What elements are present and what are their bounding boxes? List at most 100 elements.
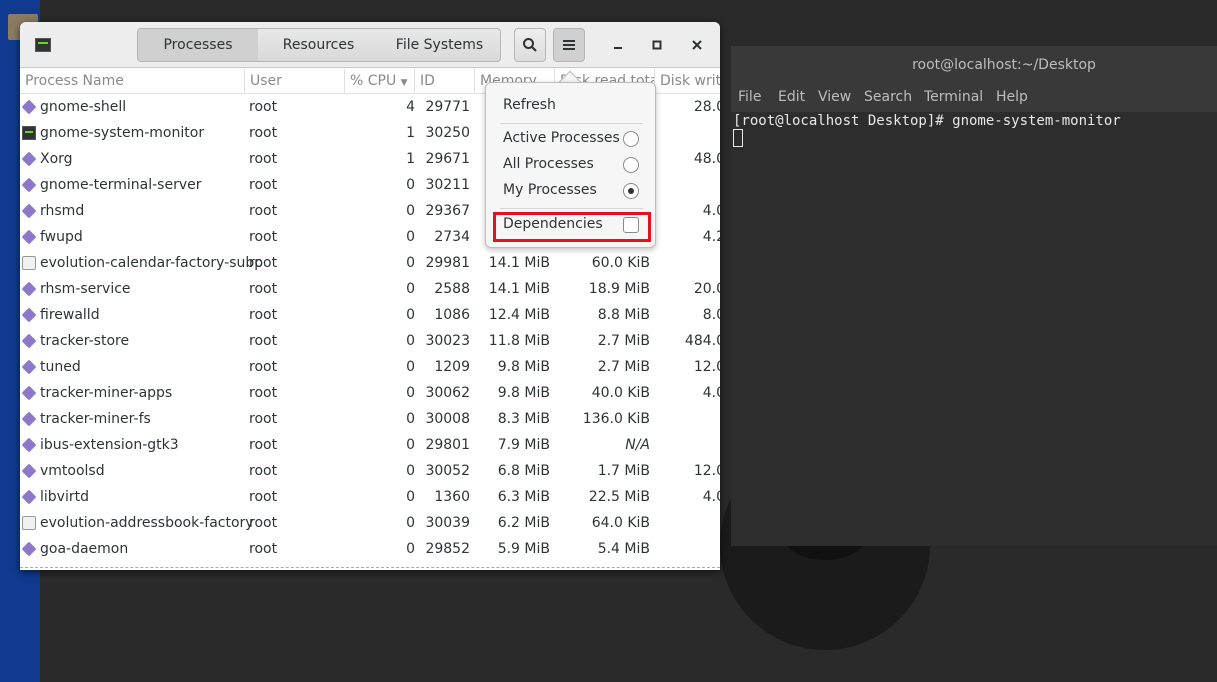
table-row[interactable]: evolution-calendar-factory-subp root 0 2998… [20, 250, 720, 276]
table-row[interactable]: evolution-addressbook-factory root 0 30039 6… [20, 510, 720, 536]
menu-button[interactable] [553, 28, 585, 62]
user-cell: root [249, 411, 278, 427]
process-name-cell: ibus-extension-gtk3 [40, 437, 179, 453]
disk-write-cell [655, 172, 720, 198]
terminal-menu-edit[interactable]: Edit [778, 89, 805, 105]
pid-cell: 30023 [425, 333, 470, 349]
menu-item-refresh[interactable]: Refresh [503, 97, 556, 113]
terminal-menu-help[interactable]: Help [996, 89, 1028, 105]
user-cell: root [249, 281, 278, 297]
disk-write-cell: 4.0 [702, 489, 720, 505]
memory-cell: 12.4 MiB [488, 307, 550, 323]
process-name-cell: gnome-terminal-server [40, 177, 202, 193]
column-header-cpu[interactable]: % CPU ▼ [345, 69, 415, 94]
memory-cell: 14.1 MiB [488, 255, 550, 271]
table-row[interactable]: tracker-miner-fs root 0 30008 8.3 MiB 136.0 K… [20, 406, 720, 432]
terminal-body[interactable]: [root@localhost Desktop]# gnome-system-m… [731, 112, 1217, 546]
user-cell: root [249, 359, 278, 375]
terminal-menu-search[interactable]: Search [864, 89, 912, 105]
table-row[interactable]: tuned root 0 1209 9.8 MiB 2.7 MiB 12.0 [20, 354, 720, 380]
memory-cell: 5.9 MiB [497, 541, 550, 557]
highlight-annotation-box [493, 212, 651, 242]
menu-item-all-processes[interactable]: All Processes [503, 156, 594, 172]
user-cell: root [249, 489, 278, 505]
column-header-user[interactable]: User [245, 69, 345, 94]
process-name-cell: vmtoolsd [40, 463, 105, 479]
headerbar: Processes Resources File Systems [20, 22, 720, 68]
disk-read-cell: 2.7 MiB [597, 359, 650, 375]
gear-icon [21, 463, 37, 479]
disk-write-cell [655, 406, 720, 432]
terminal-menu-view[interactable]: View [818, 89, 851, 105]
gear-icon [21, 203, 37, 219]
menu-item-active-processes[interactable]: Active Processes [503, 130, 620, 146]
monitor-icon [22, 126, 36, 140]
process-name-cell: tracker-store [40, 333, 130, 349]
column-header-disk-write[interactable]: Disk writ [655, 69, 720, 94]
gear-icon [21, 281, 37, 297]
table-row[interactable]: firewalld root 0 1086 12.4 MiB 8.8 MiB 8.0 [20, 302, 720, 328]
table-row[interactable]: vmtoolsd root 0 30052 6.8 MiB 1.7 MiB 12.0 [20, 458, 720, 484]
disk-write-cell [655, 432, 720, 458]
user-cell: root [249, 437, 278, 453]
gear-icon [21, 385, 37, 401]
gear-icon [21, 229, 37, 245]
minimize-button[interactable] [607, 34, 629, 56]
pid-cell: 29771 [425, 99, 470, 115]
disk-read-cell: 40.0 KiB [591, 385, 650, 401]
cpu-cell: 4 [406, 99, 415, 115]
terminal-menu-terminal[interactable]: Terminal [924, 89, 983, 105]
pid-cell: 29671 [425, 151, 470, 167]
table-row[interactable]: tracker-miner-apps root 0 30062 9.8 MiB 40.0 … [20, 380, 720, 406]
radio-all-processes[interactable] [623, 157, 639, 173]
gear-icon [21, 411, 37, 427]
terminal-menu-file[interactable]: File [738, 89, 761, 105]
cpu-cell: 0 [406, 281, 415, 297]
pid-cell: 2588 [434, 281, 470, 297]
close-button[interactable] [686, 34, 708, 56]
table-row[interactable]: tracker-store root 0 30023 11.8 MiB 2.7 MiB 48… [20, 328, 720, 354]
cpu-cell: 0 [406, 229, 415, 245]
system-monitor-app-icon [35, 38, 51, 52]
tab-file-systems[interactable]: File Systems [379, 28, 501, 62]
pid-cell: 29981 [425, 255, 470, 271]
gear-icon [21, 489, 37, 505]
process-name-cell: evolution-calendar-factory-subp [40, 255, 262, 271]
search-button[interactable] [514, 28, 546, 62]
disk-read-cell: 18.9 MiB [588, 281, 650, 297]
maximize-button[interactable] [646, 34, 668, 56]
user-cell: root [249, 229, 278, 245]
column-header-process-name[interactable]: Process Name [20, 69, 245, 94]
table-row[interactable]: ibus-extension-gtk3 root 0 29801 7.9 MiB N/A [20, 432, 720, 458]
table-row[interactable]: rhsm-service root 0 2588 14.1 MiB 18.9 MiB 20.… [20, 276, 720, 302]
menu-item-my-processes[interactable]: My Processes [503, 182, 597, 198]
memory-cell: 6.2 MiB [497, 515, 550, 531]
tab-resources[interactable]: Resources [258, 28, 380, 62]
table-row[interactable]: goa-daemon root 0 29852 5.9 MiB 5.4 MiB [20, 536, 720, 562]
cpu-cell: 0 [406, 489, 415, 505]
user-cell: root [249, 255, 278, 271]
gear-icon [21, 177, 37, 193]
process-name-cell: firewalld [40, 307, 100, 323]
disk-write-cell: 484.0 [684, 333, 720, 349]
pid-cell: 30039 [425, 515, 470, 531]
tab-processes[interactable]: Processes [137, 28, 259, 62]
process-name-cell: rhsmd [40, 203, 85, 219]
pid-cell: 29367 [425, 203, 470, 219]
pid-cell: 30008 [425, 411, 470, 427]
memory-cell: 9.8 MiB [497, 385, 550, 401]
radio-my-processes[interactable] [623, 183, 639, 199]
memory-cell: 7.9 MiB [497, 437, 550, 453]
terminal-titlebar[interactable]: root@localhost:~/Desktop [731, 46, 1217, 84]
column-header-id[interactable]: ID [415, 69, 475, 94]
cpu-cell: 0 [406, 437, 415, 453]
process-name-cell: gnome-system-monitor [40, 125, 205, 141]
memory-cell: 8.3 MiB [497, 411, 550, 427]
radio-active-processes[interactable] [623, 131, 639, 147]
disk-read-cell: 2.7 MiB [597, 333, 650, 349]
user-cell: root [249, 177, 278, 193]
user-cell: root [249, 99, 278, 115]
disk-read-cell: 1.7 MiB [597, 463, 650, 479]
column-header-cpu-label: % CPU [350, 73, 397, 89]
table-row[interactable]: libvirtd root 0 1360 6.3 MiB 22.5 MiB 4.0 [20, 484, 720, 510]
